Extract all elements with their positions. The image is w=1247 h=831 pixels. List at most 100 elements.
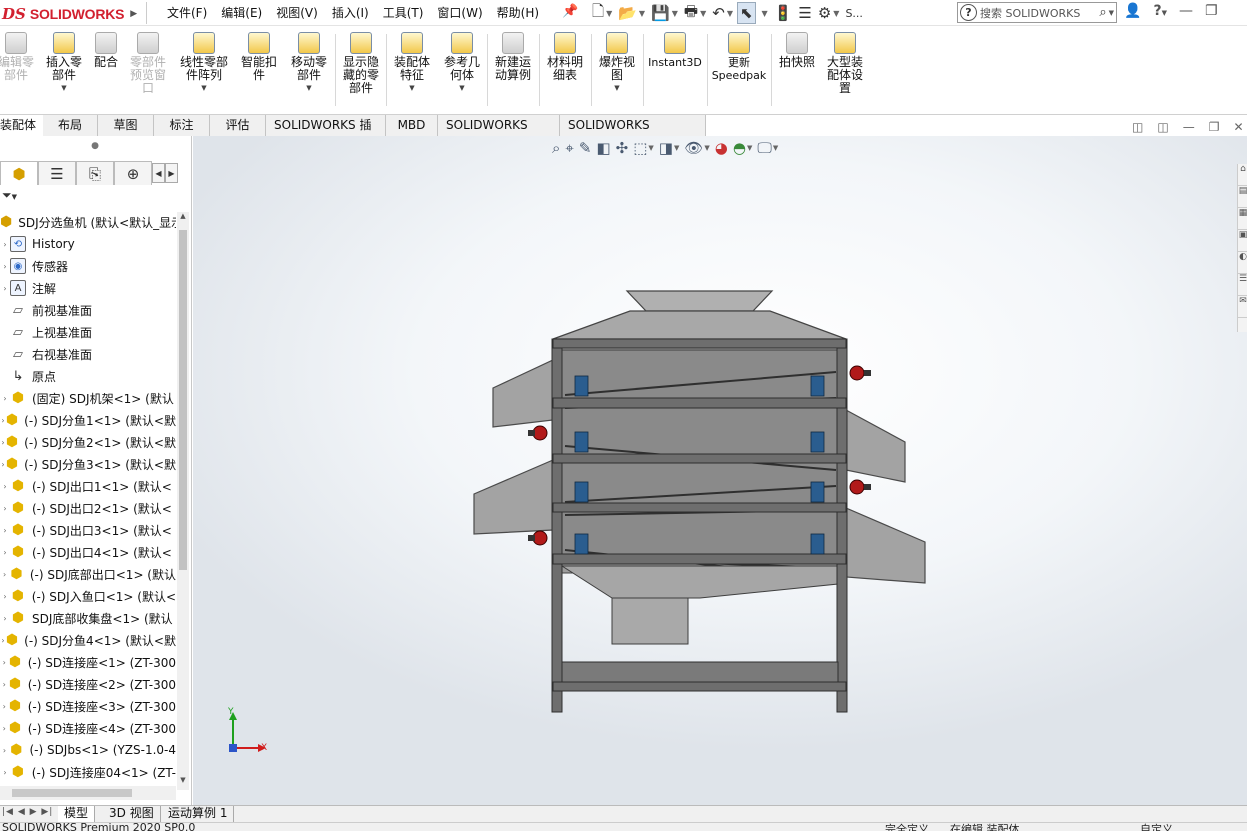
expand-icon[interactable]: › <box>0 680 8 689</box>
smart-fasteners-button[interactable]: 智能扣 件 <box>236 32 282 82</box>
task-pane-custom-properties-icon[interactable]: ☰ <box>1238 274 1247 296</box>
dropdown-arrow-icon[interactable]: ▼ <box>409 84 414 92</box>
menu-help[interactable]: 帮助(H) <box>490 4 546 22</box>
insert-components-button[interactable]: 插入零 部件 ▼ <box>42 32 86 92</box>
scroll-thumb[interactable] <box>12 789 132 797</box>
search-dropdown-icon[interactable]: ▼ <box>1109 9 1116 17</box>
zoom-to-area-icon[interactable]: ⌖ <box>565 139 573 157</box>
tree-item-component[interactable]: › ⬢ (-) SDJ分鱼1<1> (默认<默 <box>0 410 176 430</box>
large-assembly-settings-button[interactable]: 大型装 配体设 置 <box>822 32 868 95</box>
minimize-window-icon[interactable]: — <box>1179 3 1193 19</box>
tree-item-component[interactable]: › ⬢ (-) SDJ底部出口<1> (默认 <box>0 564 176 584</box>
move-component-button[interactable]: 移动零 部件 ▼ <box>286 32 332 92</box>
component-preview-button[interactable]: 零部件 预览窗 口 <box>126 32 170 95</box>
hide-show-items-icon[interactable]: 👁 ▼ <box>684 139 709 157</box>
menu-insert[interactable]: 插入(I) <box>325 4 376 22</box>
expand-icon[interactable]: › <box>0 658 8 667</box>
zoom-to-fit-icon[interactable]: ⌕ <box>552 139 560 157</box>
tab-3d-view[interactable]: 3D 视图 <box>103 806 161 822</box>
bill-of-materials-button[interactable]: 材料明 细表 <box>542 32 588 82</box>
tabs-scroll-right-icon[interactable]: ▶ <box>165 163 178 183</box>
rebuild-traffic-light-icon[interactable]: 🚦 <box>772 2 795 24</box>
tree-horizontal-scrollbar[interactable] <box>0 786 176 800</box>
tree-item-component[interactable]: › ⬢ (固定) SDJ机架<1> (默认 <box>0 388 176 408</box>
undo-icon[interactable]: ↶ ▼ <box>710 2 735 24</box>
tree-item-annotations[interactable]: › A 注解 <box>0 278 176 298</box>
scroll-thumb[interactable] <box>179 230 187 570</box>
doc-close-icon[interactable]: ✕ <box>1233 120 1243 134</box>
expand-icon[interactable]: › <box>0 570 9 579</box>
tree-item-history[interactable]: › ⟲ History <box>0 234 176 254</box>
tab-model[interactable]: 模型 <box>58 806 96 822</box>
search-scope-label[interactable]: S... <box>843 2 864 24</box>
tile-right-icon[interactable]: ◫ <box>1157 120 1168 134</box>
expand-icon[interactable]: › <box>0 746 9 755</box>
dropdown-arrow-icon[interactable]: ▼ <box>201 84 206 92</box>
expand-icon[interactable]: › <box>0 482 10 491</box>
expand-icon[interactable]: › <box>0 592 10 601</box>
tree-item-component[interactable]: › ⬢ (-) SDJ入鱼口<1> (默认< <box>0 586 176 606</box>
tab-navigation-arrows-icon[interactable]: |◀ ◀ ▶ ▶| <box>2 807 53 817</box>
graphics-area[interactable]: Y X <box>193 136 1247 805</box>
dimxpert-tab-icon[interactable]: ⊕ <box>114 161 152 185</box>
options-gear-icon[interactable]: ⚙ ▼ <box>816 2 842 24</box>
task-pane-forum-icon[interactable]: ✉ <box>1238 296 1247 318</box>
expand-icon[interactable]: › <box>0 724 8 733</box>
search-icon[interactable]: ⌕ <box>1097 5 1108 20</box>
tree-item-sensors[interactable]: › ◉ 传感器 <box>0 256 176 276</box>
filter-icon[interactable]: ⏷▼ <box>2 188 17 203</box>
update-speedpak-button[interactable]: 更新 Speedpak <box>710 32 768 82</box>
tabs-scroll-left-icon[interactable]: ◀ <box>152 163 165 183</box>
expand-icon[interactable]: › <box>0 548 10 557</box>
tree-item-component[interactable]: › ⬢ (-) SD连接座<3> (ZT-300 <box>0 696 176 716</box>
select-cursor-icon[interactable]: ⬉ <box>736 2 756 24</box>
tree-vertical-scrollbar[interactable]: ▲ ▼ <box>177 212 189 790</box>
tab-addins[interactable]: SOLIDWORKS 插件 <box>266 115 386 152</box>
menu-edit[interactable]: 编辑(E) <box>214 4 269 22</box>
tree-item-component[interactable]: › ⬢ (-) SDJ出口4<1> (默认< <box>0 542 176 562</box>
tree-item-component[interactable]: › ⬢ (-) SD连接座<1> (ZT-300 <box>0 652 176 672</box>
expand-icon[interactable]: › <box>0 394 10 403</box>
take-snapshot-button[interactable]: 拍快照 <box>774 32 820 69</box>
tree-item-component[interactable]: › ⬢ (-) SD连接座<4> (ZT-300 <box>0 718 176 738</box>
tree-item-component[interactable]: › ⬢ (-) SDJ出口3<1> (默认< <box>0 520 176 540</box>
view-settings-monitor-icon[interactable]: 🖵 ▼ <box>757 139 778 157</box>
dynamic-annotation-icon[interactable]: ✣ <box>616 139 629 157</box>
help-icon[interactable]: ?▼ <box>1153 3 1167 19</box>
instant3d-button[interactable]: Instant3D <box>646 32 704 69</box>
tab-assembly[interactable]: 装配体 <box>0 115 46 136</box>
expand-icon[interactable]: › <box>0 702 8 711</box>
tree-item-component[interactable]: › ⬢ (-) SDJ连接座04<1> (ZT- <box>0 762 176 782</box>
tree-item-component[interactable]: › ⬢ (-) SDJbs<1> (YZS-1.0-4 <box>0 740 176 760</box>
tree-item-component[interactable]: › ⬢ (-) SDJ出口1<1> (默认< <box>0 476 176 496</box>
menu-file[interactable]: 文件(F) <box>160 4 214 22</box>
tree-item-right-plane[interactable]: ▱ 右视基准面 <box>0 344 176 364</box>
dropdown-arrow-icon[interactable]: ▼ <box>614 84 619 92</box>
expand-icon[interactable]: › <box>0 504 10 513</box>
tab-inspection[interactable]: SOLIDWORKS Inspection <box>560 115 706 152</box>
user-account-icon[interactable]: 👤 <box>1124 3 1141 19</box>
show-hidden-components-button[interactable]: 显示隐 藏的零 部件 <box>338 32 384 95</box>
tree-item-component[interactable]: › ⬢ (-) SDJ出口2<1> (默认< <box>0 498 176 518</box>
assembly-features-button[interactable]: 装配体 特征 ▼ <box>389 32 435 92</box>
section-view-icon[interactable]: ◧ <box>596 139 610 157</box>
mate-button[interactable]: 配合 <box>90 32 122 69</box>
dropdown-arrow-icon[interactable]: ▼ <box>459 84 464 92</box>
reference-geometry-button[interactable]: 参考几 何体 ▼ <box>439 32 485 92</box>
edit-appearance-icon[interactable]: ◕ <box>715 139 728 157</box>
tab-evaluate[interactable]: 评估 <box>210 115 266 136</box>
tree-item-top-plane[interactable]: ▱ 上视基准面 <box>0 322 176 342</box>
previous-view-icon[interactable]: ✎ <box>579 139 592 157</box>
doc-restore-icon[interactable]: ❐ <box>1209 120 1220 134</box>
tab-motion-study[interactable]: 运动算例 1 <box>162 806 235 822</box>
menu-view[interactable]: 视图(V) <box>269 4 325 22</box>
expand-icon[interactable]: › <box>0 284 10 293</box>
task-pane-design-library-icon[interactable]: ▤ <box>1238 186 1247 208</box>
apply-scene-icon[interactable]: ◓ ▼ <box>733 139 752 157</box>
doc-minimize-icon[interactable]: — <box>1183 120 1195 134</box>
tree-item-component[interactable]: › ⬢ (-) SDJ分鱼2<1> (默认<默 <box>0 432 176 452</box>
tab-markup[interactable]: 标注 <box>154 115 210 136</box>
search-input[interactable]: 搜索 SOLIDWORKS <box>980 5 1097 21</box>
menu-tools[interactable]: 工具(T) <box>376 4 431 22</box>
task-pane-file-explorer-icon[interactable]: ▦ <box>1238 208 1247 230</box>
